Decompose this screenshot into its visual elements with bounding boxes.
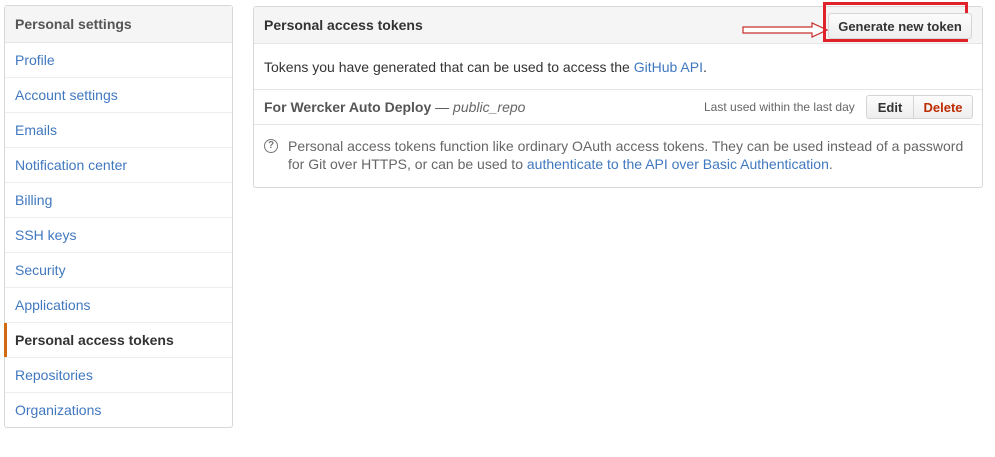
sidebar-item-profile[interactable]: Profile bbox=[5, 43, 232, 78]
intro-suffix: . bbox=[702, 59, 707, 75]
generate-new-token-button[interactable]: Generate new token bbox=[828, 13, 972, 39]
token-name: For Wercker Auto Deploy bbox=[264, 99, 432, 115]
edit-token-button[interactable]: Edit bbox=[866, 95, 914, 119]
sidebar-item-ssh-keys[interactable]: SSH keys bbox=[5, 218, 232, 253]
token-scope: public_repo bbox=[453, 99, 526, 115]
sidebar-item-billing[interactable]: Billing bbox=[5, 183, 232, 218]
sidebar-title: Personal settings bbox=[5, 6, 232, 43]
tokens-panel: Personal access tokens Generate new toke… bbox=[253, 2, 983, 188]
sidebar-item-organizations[interactable]: Organizations bbox=[5, 393, 232, 427]
sidebar-item-personal-access-tokens[interactable]: Personal access tokens bbox=[4, 323, 232, 358]
sidebar-item-repositories[interactable]: Repositories bbox=[5, 358, 232, 393]
sidebar-item-security[interactable]: Security bbox=[5, 253, 232, 288]
intro-prefix: Tokens you have generated that can be us… bbox=[264, 59, 634, 75]
sidebar-item-notification-center[interactable]: Notification center bbox=[5, 148, 232, 183]
token-dash: — bbox=[431, 99, 454, 115]
help-text-suffix: . bbox=[828, 156, 833, 172]
help-note: ? Personal access tokens function like o… bbox=[264, 137, 974, 173]
delete-token-button[interactable]: Delete bbox=[913, 95, 973, 119]
panel-header: Personal access tokens Generate new toke… bbox=[254, 2, 982, 44]
sidebar-item-emails[interactable]: Emails bbox=[5, 113, 232, 148]
help-text: Personal access tokens function like ord… bbox=[288, 137, 974, 173]
question-circle-icon: ? bbox=[264, 139, 278, 153]
tokens-intro: Tokens you have generated that can be us… bbox=[264, 59, 707, 75]
sidebar-item-applications[interactable]: Applications bbox=[5, 288, 232, 323]
github-api-link[interactable]: GitHub API bbox=[634, 59, 703, 75]
sidebar-item-account-settings[interactable]: Account settings bbox=[5, 78, 232, 113]
token-description: For Wercker Auto Deploy — public_repo bbox=[264, 99, 525, 115]
basic-auth-link[interactable]: authenticate to the API over Basic Authe… bbox=[527, 156, 829, 172]
token-row: For Wercker Auto Deploy — public_repo La… bbox=[254, 89, 982, 125]
page-title: Personal access tokens bbox=[264, 17, 423, 33]
settings-sidebar: Personal settings Profile Account settin… bbox=[4, 5, 233, 428]
arrow-right-annotation-icon bbox=[742, 22, 828, 38]
token-last-used: Last used within the last day bbox=[704, 100, 855, 114]
